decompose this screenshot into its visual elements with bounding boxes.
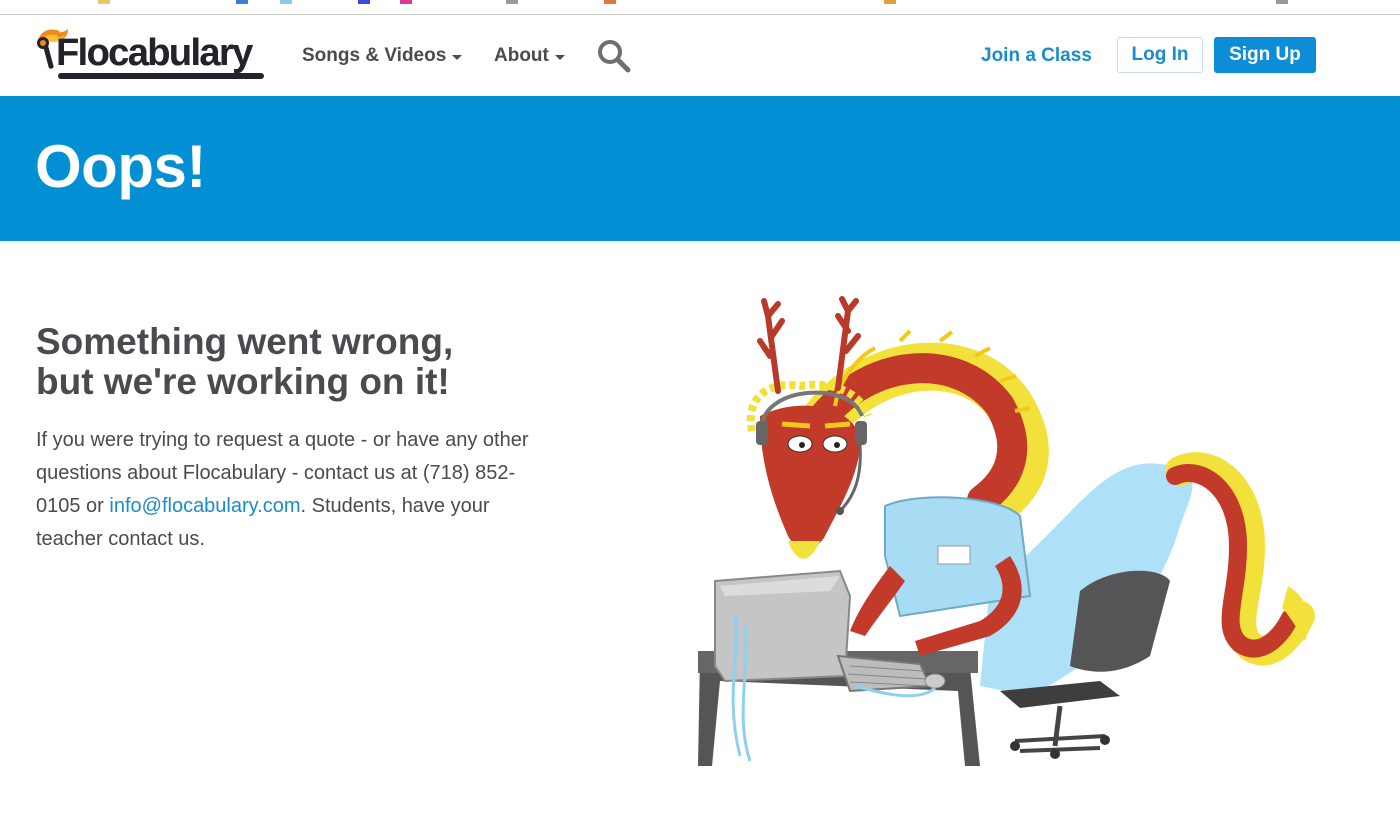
hero-banner: Oops! (0, 96, 1400, 241)
flocabulary-logo[interactable]: Flocabulary (34, 29, 266, 81)
caret-down-icon (554, 54, 565, 60)
dragon-illustration (690, 296, 1320, 766)
email-link[interactable]: info@flocabulary.com (109, 495, 300, 517)
browser-bookmark-strip (0, 0, 1400, 15)
error-headline: Something went wrong, but we're working … (36, 322, 576, 402)
headline-line-2: but we're working on it! (36, 361, 450, 402)
nav-about-label: About (494, 45, 549, 66)
nav-about[interactable]: About (494, 45, 565, 67)
search-icon (598, 40, 631, 73)
site-header: Flocabulary Songs & Videos About Join a … (0, 15, 1400, 96)
log-in-button[interactable]: Log In (1117, 37, 1203, 73)
page-title: Oops! (35, 133, 206, 200)
nav-songs-videos[interactable]: Songs & Videos (302, 45, 463, 67)
logo-underline (58, 73, 264, 79)
search-button[interactable] (596, 38, 632, 74)
caret-down-icon (452, 54, 463, 60)
headline-line-1: Something went wrong, (36, 321, 454, 362)
logo-wordmark: Flocabulary (56, 32, 253, 74)
sign-up-button[interactable]: Sign Up (1214, 37, 1316, 73)
nav-songs-videos-label: Songs & Videos (302, 45, 447, 66)
dragon-at-computer-image (698, 296, 1315, 766)
error-message: If you were trying to request a quote - … (36, 424, 556, 556)
join-class-link[interactable]: Join a Class (981, 45, 1092, 67)
